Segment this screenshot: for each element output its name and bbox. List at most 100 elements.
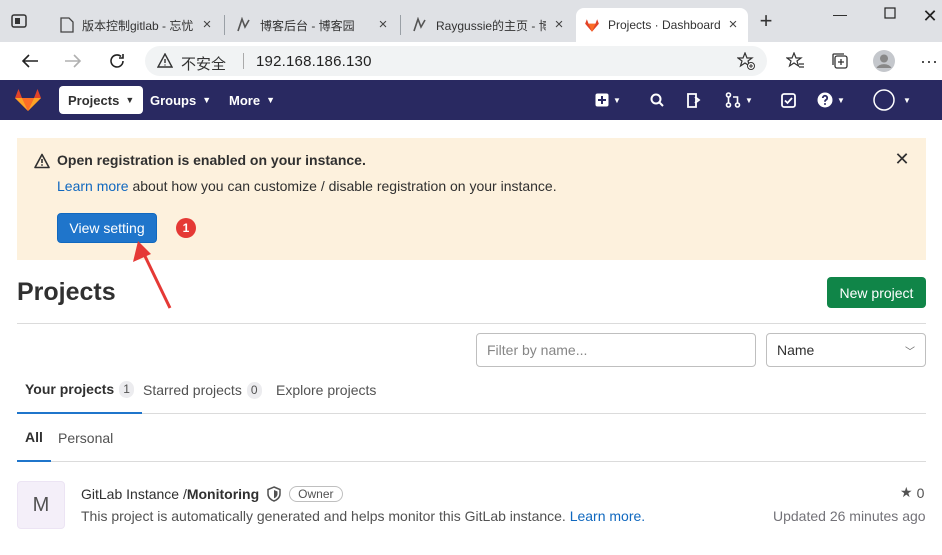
star-count-value: 0 xyxy=(916,484,925,501)
projects-menu-label: Projects xyxy=(68,92,120,108)
browser-tab-strip: 版本控制gitlab - 忘忧 × 博客后台 - 博客园 × Raygussie… xyxy=(0,0,942,42)
sort-dropdown[interactable]: Name ﹀ xyxy=(766,333,926,367)
browser-tab-active[interactable]: Projects · Dashboard × xyxy=(576,8,748,42)
chevron-down-icon: ﹀ xyxy=(905,346,915,358)
tab-divider xyxy=(400,15,401,35)
browser-tab-3[interactable]: Raygussie的主页 - 博 × xyxy=(404,8,574,42)
close-icon[interactable]: × xyxy=(552,17,566,32)
star-count[interactable]: ★ 0 xyxy=(900,484,924,501)
tab-title: 版本控制gitlab - 忘忧 xyxy=(82,18,194,33)
tab-title: Projects · Dashboard xyxy=(608,18,720,32)
address-bar: 不安全 192.168.186.130 ··· xyxy=(0,42,942,80)
subtab-personal[interactable]: Personal xyxy=(58,414,113,462)
alert-title: Open registration is enabled on your ins… xyxy=(57,152,366,168)
url-field[interactable]: 不安全 192.168.186.130 xyxy=(145,46,767,76)
favorites-icon[interactable] xyxy=(784,50,806,72)
alert-body: Learn more about how you can customize /… xyxy=(57,178,557,194)
issues-icon[interactable] xyxy=(686,90,701,110)
learn-more-link[interactable]: Learn more xyxy=(57,178,129,194)
maximize-icon[interactable] xyxy=(880,6,900,26)
window-close-icon[interactable]: ✕ xyxy=(920,6,940,26)
header-divider xyxy=(17,323,926,324)
new-dropdown[interactable]: ▼ xyxy=(595,90,621,110)
gitlab-navbar: Projects ▼ Groups ▼ More ▼ ▼ ▼ ▼ ▼ xyxy=(0,80,942,120)
gitlab-logo-icon xyxy=(585,18,599,32)
tab-title: 博客后台 - 博客园 xyxy=(260,18,355,33)
shield-icon xyxy=(267,486,281,502)
sort-value: Name xyxy=(777,342,815,358)
new-project-button[interactable]: New project xyxy=(827,277,926,308)
tab-label: Explore projects xyxy=(276,382,377,398)
url-text: 192.168.186.130 xyxy=(256,53,372,70)
chevron-down-icon: ▼ xyxy=(125,95,135,105)
search-icon[interactable] xyxy=(650,90,664,110)
more-options-icon[interactable]: ··· xyxy=(918,50,940,72)
annotation-arrow-icon xyxy=(133,241,172,309)
user-avatar-icon xyxy=(873,89,895,111)
project-name[interactable]: Monitoring xyxy=(187,486,259,502)
close-icon[interactable]: × xyxy=(200,17,214,32)
gitlab-logo-icon[interactable] xyxy=(14,88,42,112)
project-description: This project is automatically generated … xyxy=(81,508,645,524)
new-tab-button[interactable]: + xyxy=(756,10,776,32)
back-icon[interactable] xyxy=(19,50,41,72)
url-divider xyxy=(243,53,244,69)
tab-title: Raygussie的主页 - 博 xyxy=(436,18,546,33)
insecure-label: 不安全 xyxy=(181,56,227,73)
count-badge: 0 xyxy=(246,381,262,399)
plus-square-icon xyxy=(595,93,609,107)
more-menu-label: More xyxy=(229,92,261,108)
more-menu[interactable]: More ▼ xyxy=(220,86,284,114)
chevron-down-icon: ▼ xyxy=(745,95,753,105)
groups-menu[interactable]: Groups ▼ xyxy=(141,86,220,114)
minimize-icon[interactable]: — xyxy=(830,6,850,26)
cnblogs-icon xyxy=(237,17,250,32)
tab-actions-icon[interactable] xyxy=(10,12,28,30)
tab-starred-projects[interactable]: Starred projects 0 xyxy=(143,366,262,414)
help-dropdown[interactable]: ▼ xyxy=(817,90,845,110)
groups-menu-label: Groups xyxy=(150,92,197,108)
role-badge: Owner xyxy=(289,486,343,502)
collections-icon[interactable] xyxy=(829,50,851,72)
user-menu[interactable]: ▼ xyxy=(873,89,911,111)
cnblogs-icon xyxy=(413,17,426,32)
learn-more-link[interactable]: Learn more. xyxy=(570,508,645,524)
add-favorite-icon[interactable] xyxy=(737,52,755,70)
subtab-label: Personal xyxy=(58,430,114,446)
projects-menu[interactable]: Projects ▼ xyxy=(59,86,144,114)
chevron-down-icon: ▼ xyxy=(613,95,621,105)
filter-input[interactable] xyxy=(476,333,756,367)
close-icon[interactable]: × xyxy=(726,17,740,32)
tab-label: Your projects xyxy=(25,381,115,397)
close-icon[interactable]: × xyxy=(376,17,390,32)
warning-icon xyxy=(34,153,50,169)
refresh-icon[interactable] xyxy=(106,50,128,72)
description-text: This project is automatically generated … xyxy=(81,508,570,524)
merge-requests-dropdown[interactable]: ▼ xyxy=(725,90,753,110)
project-filter-tabs: All Personal xyxy=(17,414,926,462)
tab-label: Starred projects xyxy=(143,382,242,398)
count-badge: 1 xyxy=(119,380,134,398)
tab-your-projects[interactable]: Your projects 1 xyxy=(17,366,142,414)
todo-icon[interactable] xyxy=(781,90,796,110)
profile-avatar-icon[interactable] xyxy=(873,50,895,72)
chevron-down-icon: ▼ xyxy=(837,95,845,105)
project-avatar[interactable]: M xyxy=(17,481,65,529)
project-title: GitLab Instance / Monitoring Owner xyxy=(81,486,343,502)
browser-tab-2[interactable]: 博客后台 - 博客园 × xyxy=(228,8,398,42)
updated-time: Updated 26 minutes ago xyxy=(773,508,926,524)
document-icon xyxy=(60,17,74,33)
tab-divider xyxy=(224,15,225,35)
browser-tab-1[interactable]: 版本控制gitlab - 忘忧 × xyxy=(52,8,222,42)
project-scope-tabs: Your projects 1 Starred projects 0 Explo… xyxy=(17,366,926,414)
help-icon xyxy=(817,92,833,108)
alert-body-text: about how you can customize / disable re… xyxy=(128,178,557,194)
project-namespace[interactable]: GitLab Instance / xyxy=(81,486,187,502)
tab-explore-projects[interactable]: Explore projects xyxy=(276,366,376,414)
forward-icon[interactable] xyxy=(62,50,84,72)
subtab-all[interactable]: All xyxy=(17,414,51,462)
chevron-down-icon: ▼ xyxy=(266,95,275,105)
close-icon[interactable]: ✕ xyxy=(894,150,910,168)
chevron-down-icon: ▼ xyxy=(903,95,911,105)
chevron-down-icon: ▼ xyxy=(202,95,212,105)
